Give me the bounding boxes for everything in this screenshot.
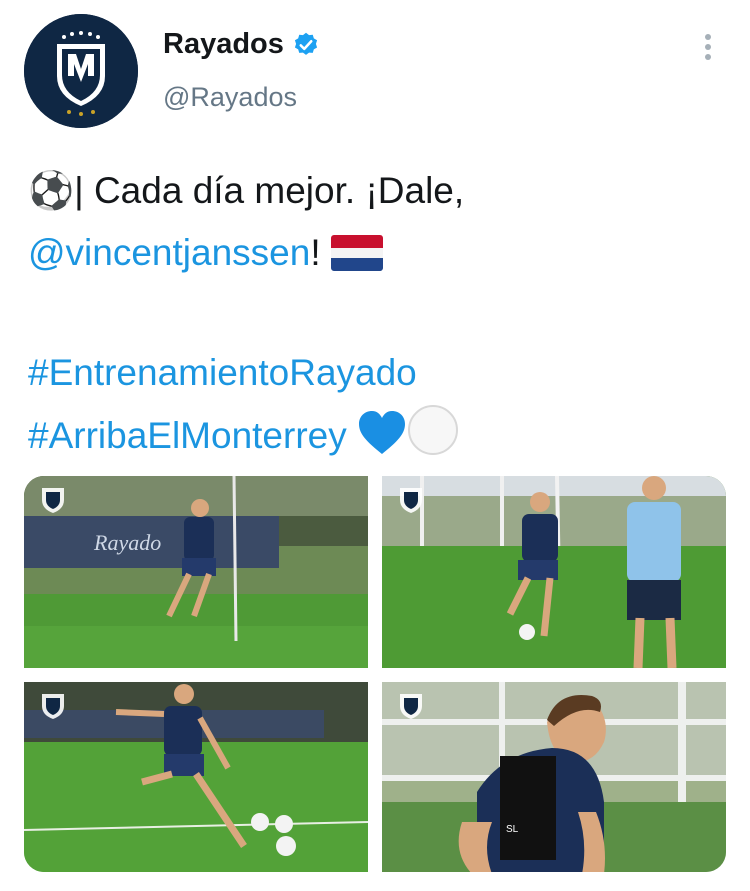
hashtag-link-arriba[interactable]: #ArribaElMonterrey <box>28 415 347 456</box>
training-photo-2 <box>382 476 726 668</box>
tweet-line-hashtag-2: #ArribaElMonterrey <box>28 404 728 467</box>
svg-text:SL: SL <box>506 824 519 835</box>
account-handle[interactable]: @Rayados <box>163 82 297 113</box>
media-photo-2[interactable] <box>382 476 726 668</box>
tweet-line-1: ⚽| Cada día mejor. ¡Dale, <box>28 170 465 211</box>
tweet-text: ⚽| Cada día mejor. ¡Dale, @vincentjansse… <box>28 160 728 467</box>
hashtag-link-entrenamiento[interactable]: #EntrenamientoRayado <box>28 352 417 393</box>
white-circle-icon <box>408 405 459 455</box>
media-photo-4[interactable]: SL <box>382 682 726 872</box>
account-name-row[interactable]: Rayados <box>163 28 320 61</box>
blue-heart-icon <box>359 411 406 454</box>
training-photo-4: SL <box>382 682 726 872</box>
netherlands-flag-icon <box>330 235 383 271</box>
media-photo-3[interactable] <box>24 682 368 872</box>
more-vertical-icon[interactable] <box>696 30 720 64</box>
mention-suffix: ! <box>310 232 321 273</box>
mention-link[interactable]: @vincentjanssen <box>28 232 310 273</box>
svg-text:Rayado: Rayado <box>93 530 161 555</box>
avatar[interactable] <box>24 14 138 128</box>
verified-badge-icon <box>294 32 317 55</box>
training-photo-1: Rayado <box>24 476 368 668</box>
tweet-line-hashtag-1: #EntrenamientoRayado <box>28 342 728 404</box>
media-photo-1[interactable]: Rayado <box>24 476 368 668</box>
rayados-crest-logo <box>24 14 138 128</box>
tweet-line-2: @vincentjanssen! <box>28 222 728 284</box>
training-photo-3 <box>24 682 368 872</box>
account-name[interactable]: Rayados <box>163 28 284 61</box>
media-grid: Rayado SL <box>24 476 726 872</box>
